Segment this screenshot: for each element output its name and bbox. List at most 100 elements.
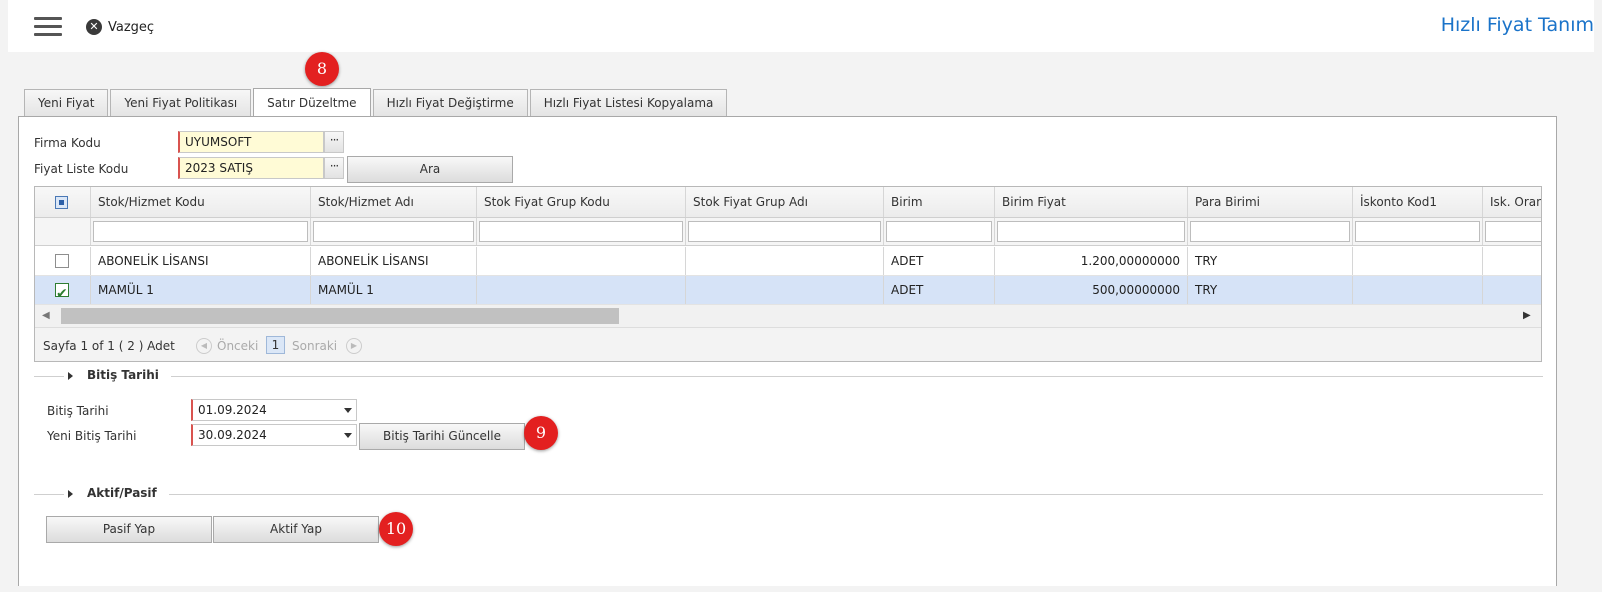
horizontal-scrollbar[interactable]: ◀ ▶	[35, 305, 1541, 327]
price-grid: Stok/Hizmet Kodu Stok/Hizmet Adı Stok Fi…	[34, 186, 1542, 362]
next-page-icon[interactable]: ▶	[346, 338, 362, 354]
filter-cell	[995, 218, 1188, 245]
table-cell: TRY	[1188, 276, 1353, 304]
table-cell: ABONELİK LİSANSI	[91, 247, 311, 275]
table-cell	[1483, 247, 1541, 275]
firma-kodu-lookup-button[interactable]: ···	[324, 131, 344, 153]
column-header[interactable]: Isk. Oranı	[1483, 187, 1541, 217]
grid-header: Stok/Hizmet Kodu Stok/Hizmet Adı Stok Fi…	[35, 187, 1541, 218]
table-cell: 500,00000000	[995, 276, 1188, 304]
current-page[interactable]: 1	[266, 336, 285, 354]
expand-arrow-icon	[68, 371, 73, 380]
filter-input[interactable]	[93, 221, 308, 242]
cancel-button[interactable]: ✕ Vazgeç	[86, 18, 154, 36]
make-passive-button[interactable]: Pasif Yap	[46, 516, 212, 543]
filter-cell	[686, 218, 884, 245]
filter-input[interactable]	[1485, 221, 1541, 242]
column-header[interactable]: Stok/Hizmet Kodu	[91, 187, 311, 217]
status-section-toggle[interactable]: Aktif/Pasif	[64, 486, 169, 500]
column-header[interactable]: Stok Fiyat Grup Kodu	[477, 187, 686, 217]
column-header[interactable]: Stok/Hizmet Adı	[311, 187, 477, 217]
tab-hizli-fiyat-degistirme[interactable]: Hızlı Fiyat Değiştirme	[372, 89, 528, 116]
table-cell: MAMÜL 1	[91, 276, 311, 304]
row-check-cell	[35, 276, 91, 304]
filter-input[interactable]	[886, 221, 992, 242]
scrollbar-thumb[interactable]	[61, 308, 619, 324]
top-bar: ✕ Vazgeç Hızlı Fiyat Tanım	[8, 0, 1594, 52]
close-icon: ✕	[86, 19, 102, 35]
cancel-label: Vazgeç	[108, 19, 155, 35]
step-badge-10: 10	[379, 512, 413, 546]
row-check-cell	[35, 247, 91, 275]
end-date-value: 01.09.2024	[198, 403, 267, 417]
dropdown-arrow-icon[interactable]	[344, 433, 352, 438]
fiyat-liste-lookup-button[interactable]: ···	[324, 157, 344, 179]
filter-cell	[91, 218, 311, 245]
filter-input[interactable]	[479, 221, 683, 242]
filter-input[interactable]	[1190, 221, 1350, 242]
column-header[interactable]: Birim Fiyat	[995, 187, 1188, 217]
end-date-section-header: Bitiş Tarihi	[34, 368, 1543, 384]
filter-cell	[1188, 218, 1353, 245]
new-end-date-field[interactable]: 30.09.2024	[191, 424, 357, 446]
section-divider	[34, 494, 1543, 495]
expand-arrow-icon	[68, 489, 73, 498]
tab-panel: Firma Kodu UYUMSOFT ··· Fiyat Liste Kodu…	[18, 116, 1557, 586]
select-all-cell	[35, 187, 91, 217]
fiyat-liste-kodu-field[interactable]: 2023 SATIŞ	[178, 157, 324, 179]
scroll-left-icon[interactable]: ◀	[42, 308, 56, 324]
fiyat-liste-kodu-label: Fiyat Liste Kodu	[34, 162, 129, 176]
table-row[interactable]: ABONELİK LİSANSI ABONELİK LİSANSI ADET 1…	[35, 247, 1541, 276]
end-date-field[interactable]: 01.09.2024	[191, 399, 357, 421]
section-divider	[34, 376, 1543, 377]
end-date-section-toggle[interactable]: Bitiş Tarihi	[64, 368, 171, 382]
step-badge-8: 8	[305, 52, 339, 86]
filter-cell	[1353, 218, 1483, 245]
table-cell	[477, 247, 686, 275]
menu-icon[interactable]	[34, 17, 62, 37]
table-cell	[1353, 276, 1483, 304]
column-header[interactable]: Stok Fiyat Grup Adı	[686, 187, 884, 217]
table-cell: ADET	[884, 247, 995, 275]
table-cell: ABONELİK LİSANSI	[311, 247, 477, 275]
update-end-date-button[interactable]: Bitiş Tarihi Güncelle	[359, 423, 525, 450]
column-header[interactable]: Birim	[884, 187, 995, 217]
filter-spacer	[35, 218, 91, 245]
scroll-right-icon[interactable]: ▶	[1523, 308, 1537, 324]
make-active-button[interactable]: Aktif Yap	[213, 516, 379, 543]
prev-page-button[interactable]: Önceki	[217, 339, 258, 353]
pager: Sayfa 1 of 1 ( 2 ) Adet ◀ Önceki 1 Sonra…	[35, 327, 1541, 361]
filter-input[interactable]	[313, 221, 474, 242]
tab-hizli-fiyat-listesi-kopyalama[interactable]: Hızlı Fiyat Listesi Kopyalama	[529, 89, 728, 116]
filter-cell	[311, 218, 477, 245]
prev-page-icon[interactable]: ◀	[196, 338, 212, 354]
filter-cell	[884, 218, 995, 245]
filter-cell	[1483, 218, 1541, 245]
row-checkbox[interactable]	[55, 280, 69, 304]
filter-input[interactable]	[1355, 221, 1480, 242]
step-badge-9: 9	[524, 416, 558, 450]
table-row[interactable]: MAMÜL 1 MAMÜL 1 ADET 500,00000000 TRY	[35, 276, 1541, 305]
tab-bar: Yeni Fiyat Yeni Fiyat Politikası Satır D…	[24, 88, 729, 117]
table-cell	[686, 276, 884, 304]
dropdown-arrow-icon[interactable]	[344, 408, 352, 413]
tab-satir-duzeltme[interactable]: Satır Düzeltme	[253, 88, 371, 117]
search-button[interactable]: Ara	[347, 156, 513, 183]
tab-yeni-fiyat[interactable]: Yeni Fiyat	[24, 89, 109, 116]
status-section-header: Aktif/Pasif	[34, 486, 1543, 502]
end-date-label: Bitiş Tarihi	[47, 404, 109, 418]
tab-yeni-fiyat-politikasi[interactable]: Yeni Fiyat Politikası	[110, 89, 252, 116]
section-title: Bitiş Tarihi	[87, 368, 159, 382]
firma-kodu-field[interactable]: UYUMSOFT	[178, 131, 324, 153]
row-checkbox[interactable]	[55, 254, 69, 268]
table-cell: ADET	[884, 276, 995, 304]
column-header[interactable]: Para Birimi	[1188, 187, 1353, 217]
column-header[interactable]: İskonto Kod1	[1353, 187, 1483, 217]
next-page-button[interactable]: Sonraki	[292, 339, 337, 353]
filter-input[interactable]	[997, 221, 1185, 242]
table-cell: 1.200,00000000	[995, 247, 1188, 275]
filter-cell	[477, 218, 686, 245]
firma-kodu-label: Firma Kodu	[34, 136, 101, 150]
filter-input[interactable]	[688, 221, 881, 242]
select-all-checkbox[interactable]	[55, 196, 68, 209]
